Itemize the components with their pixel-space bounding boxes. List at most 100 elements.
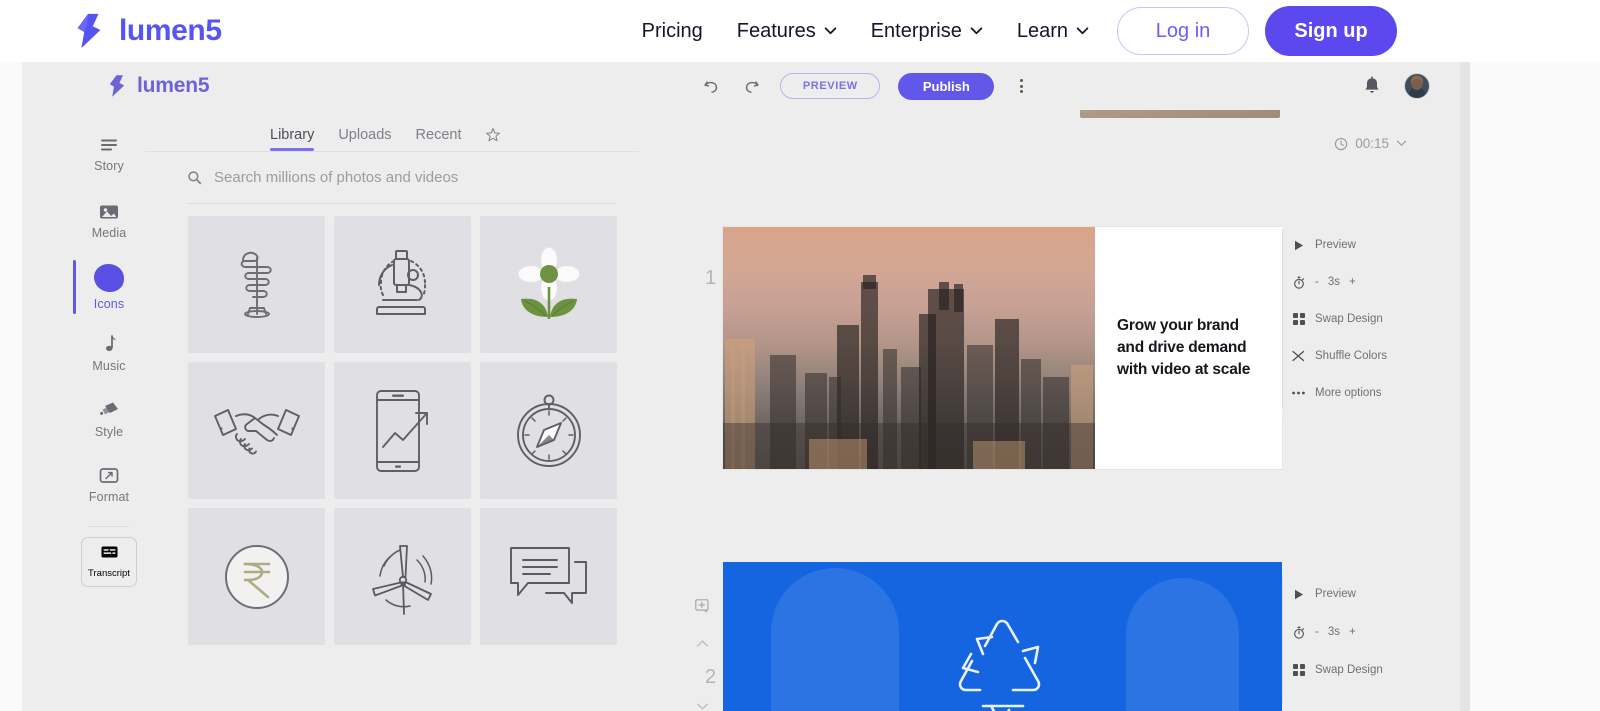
scene-1-preview-button[interactable]: Preview [1292,227,1402,264]
microscope-icon [375,249,426,315]
scene-card-1[interactable]: Grow your brand and drive demand with vi… [723,227,1282,469]
sidebar-item-story-label: Story [94,158,124,173]
editor-logo[interactable]: lumen5 [105,74,210,98]
icon-result-handshake[interactable] [188,362,325,499]
chevron-up-icon[interactable] [696,639,709,648]
recycle-icon [958,619,1040,711]
style-icon [98,400,120,420]
scene-2-timer-increase[interactable]: + [1349,626,1356,638]
scene-2-preview-button[interactable]: Preview [1292,575,1402,613]
sidebar-item-story[interactable]: Story [73,122,145,188]
scene-1-timer-decrease[interactable]: - [1315,276,1319,288]
shuffle-icon [1292,350,1305,362]
sidebar-item-icons[interactable]: Icons [73,254,145,320]
nav-item-learn[interactable]: Learn [1017,20,1089,43]
options-divider [1282,577,1283,703]
handshake-icon [213,408,300,455]
undo-button[interactable] [700,75,722,97]
publish-button[interactable]: Publish [898,72,995,100]
star-icon[interactable] [485,127,501,143]
stopwatch-icon [1292,276,1305,289]
scene-card-2[interactable] [723,562,1282,711]
transcript-icon [100,545,119,564]
tab-uploads[interactable]: Uploads [338,127,391,151]
undo-icon [704,80,717,93]
scene-1-more-options-button[interactable]: More options [1292,374,1402,411]
sidebar-divider [89,526,129,527]
sidebar-item-format[interactable]: Format [73,452,145,518]
scene-1-timer-value: 3s [1327,276,1340,289]
kebab-dot [1019,79,1023,82]
scene-1-options-panel: Preview - 3s + Swap Design Shuffle Color… [1282,221,1402,417]
canvas-scrollbar[interactable] [1460,62,1470,711]
flower-icon [516,245,581,319]
scene-1-timer: - 3s + [1315,276,1356,288]
editor-toolbar-right [1362,73,1430,99]
icon-result-wind-turbine[interactable] [334,508,471,645]
scene-1-swap-design-button[interactable]: Swap Design [1292,301,1402,338]
sidebar-item-music[interactable]: Music [73,320,145,386]
scene-2-timer-decrease[interactable]: - [1315,626,1319,638]
clock-icon [1335,137,1348,150]
redo-button[interactable] [740,75,762,97]
chevron-down-icon[interactable] [696,702,709,711]
media-icon [98,203,120,221]
nav-item-enterprise[interactable]: Enterprise [871,20,983,43]
sidebar-item-media[interactable]: Media [73,188,145,254]
icon-result-microscope[interactable] [334,216,471,353]
search-input[interactable] [214,169,616,186]
icon-result-chat-bubbles[interactable] [480,508,617,645]
scene-1-text-block[interactable]: Grow your brand and drive demand with vi… [1095,227,1282,469]
scene-1-shuffle-colors-button[interactable]: Shuffle Colors [1292,337,1402,374]
scene-2-swap-design-button[interactable]: Swap Design [1292,651,1402,689]
scene-1-timer-increase[interactable]: + [1349,276,1356,288]
nav-item-features[interactable]: Features [737,20,837,43]
login-button[interactable]: Log in [1117,7,1250,55]
site-logo[interactable]: lumen5 [70,12,222,50]
grid-icon [1292,312,1305,325]
scene-2-swap-design-label: Swap Design [1315,664,1383,676]
asclepius-staff-icon [240,251,272,318]
kebab-dot [1019,84,1023,88]
add-scene-icon[interactable] [695,599,710,614]
icon-result-mobile-growth-chart[interactable] [334,362,471,499]
chevron-down-icon [970,27,983,35]
sidebar-item-transcript[interactable]: Transcript [81,537,137,587]
scene-2-options-panel: Preview - 3s + Swap Design [1282,569,1402,711]
scene-1-media[interactable] [723,227,1095,469]
editor-sidebar: Story Media Icons Music Style Format Tra… [73,110,145,711]
video-duration[interactable]: 00:15 [1334,136,1407,151]
nav-item-learn-label: Learn [1016,19,1069,42]
nav-item-features-label: Features [736,19,816,42]
sidebar-item-music-label: Music [92,358,126,373]
scene-1-duration-control: - 3s + [1292,264,1402,301]
editor-more-button[interactable] [1012,76,1030,96]
library-search[interactable] [187,152,616,204]
scene-2-duration-control: - 3s + [1292,613,1402,651]
nav-item-pricing-label: Pricing [641,19,703,42]
nav-item-pricing[interactable]: Pricing [642,20,703,43]
ellipsis-icon [1292,391,1305,395]
preview-button[interactable]: PREVIEW [780,73,881,99]
icon-result-compass[interactable] [480,362,617,499]
user-avatar[interactable] [1404,73,1430,99]
icon-result-flower[interactable] [480,216,617,353]
scene-number-2: 2 [705,666,717,688]
product-screenshot-region: lumen5 PREVIEW Publish Story Media Icons… [0,62,1600,711]
signup-button[interactable]: Sign up [1265,6,1398,56]
scene-card-previous[interactable] [1080,110,1280,118]
editor-logo-text: lumen5 [137,74,210,97]
tab-recent[interactable]: Recent [416,127,462,151]
wind-turbine-icon [371,544,432,615]
icon-result-asclepius-staff[interactable] [188,216,325,353]
compass-icon [516,394,581,467]
scene-2-timer-value: 3s [1327,626,1340,638]
play-icon [1292,240,1305,251]
sidebar-item-style[interactable]: Style [73,386,145,452]
options-divider [1282,229,1283,409]
library-panel: Library Uploads Recent [145,110,639,711]
decor-pill [771,568,899,711]
notifications-button[interactable] [1362,75,1382,97]
icon-result-rupee-coin[interactable] [188,508,325,645]
tab-library[interactable]: Library [270,127,315,151]
